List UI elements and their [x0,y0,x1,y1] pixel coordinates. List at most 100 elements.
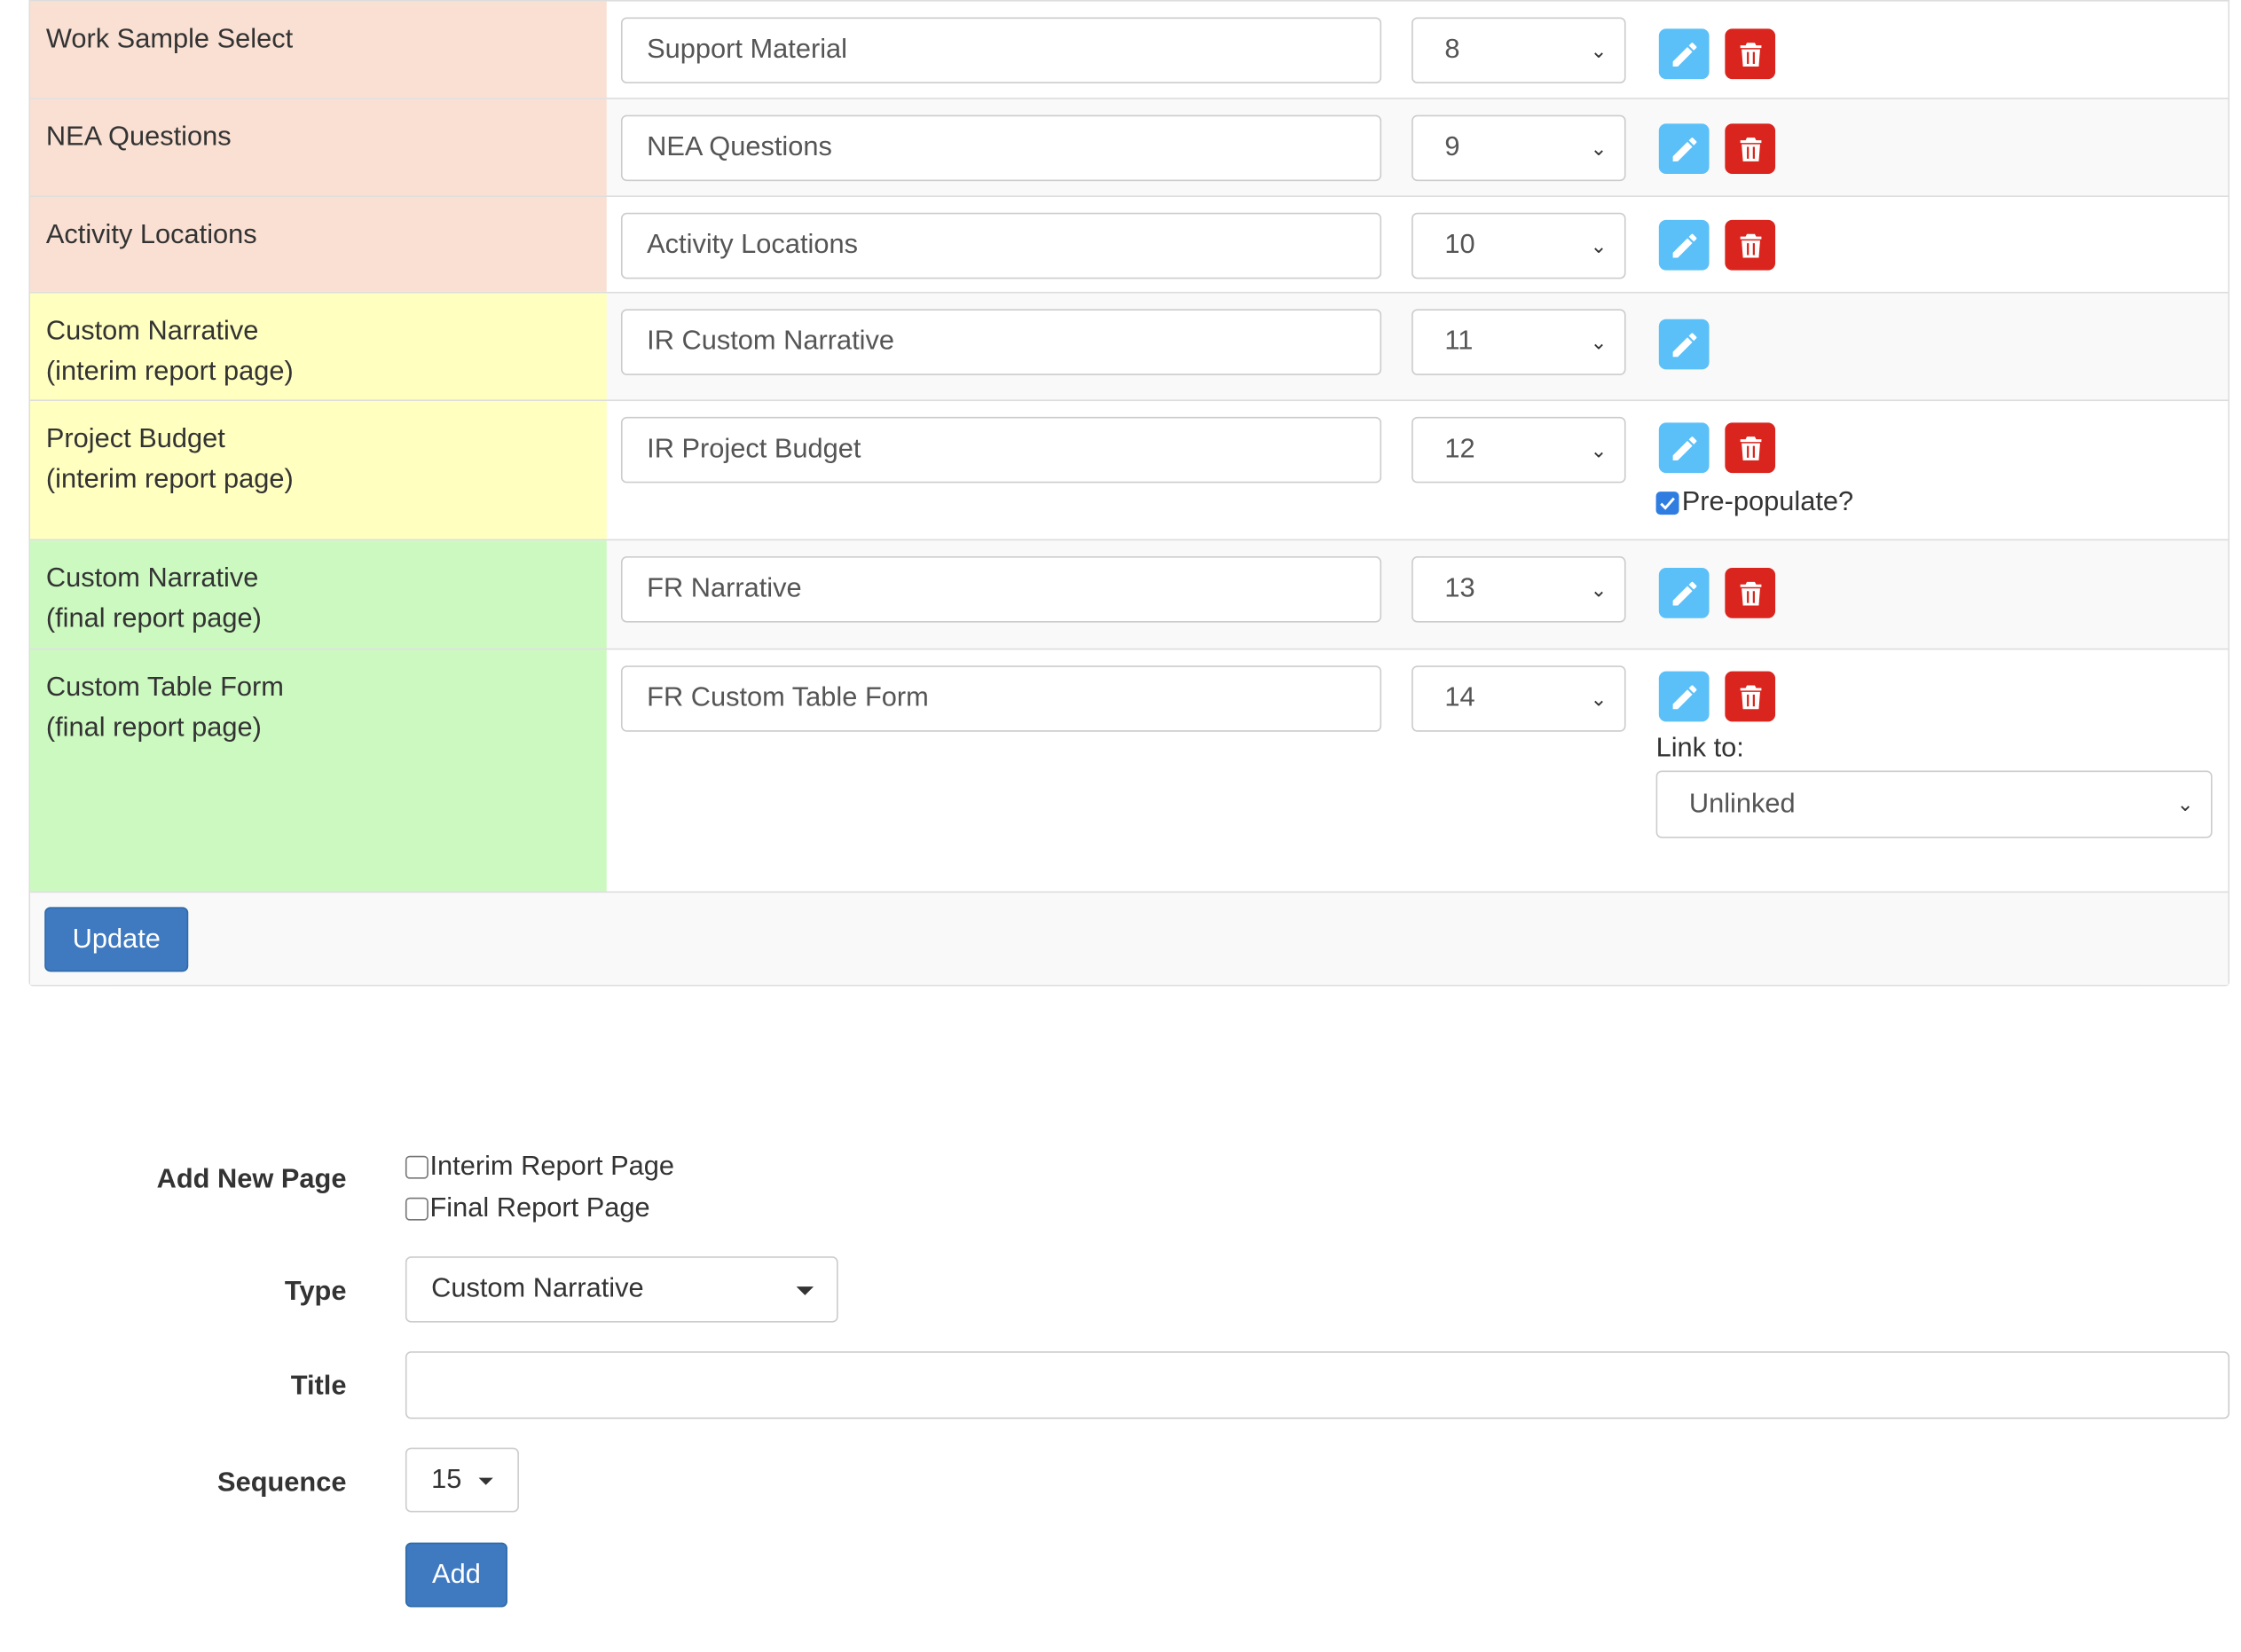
trash-icon [1739,436,1761,460]
page-title-input[interactable]: Activity Locations [620,212,1382,279]
page-type-sublabel: (interim report page) [45,464,294,495]
page-type-cell: Custom Narrative (interim report page) [30,293,607,400]
chevron-down-icon: ⌄ [1590,438,1608,462]
page-title-input[interactable]: NEA Questions [620,114,1382,182]
pencil-icon [1671,684,1696,709]
title-label: Title [290,1371,347,1402]
page-type-label: Work Sample Select [45,24,294,55]
link-to-select[interactable]: Unlinked ⌄ [1655,770,2213,838]
prepopulate-checkbox[interactable]: Pre-populate? [1655,487,1853,519]
page-title-input[interactable]: FR Custom Table Form [620,665,1382,732]
page-type-cell: Work Sample Select [30,1,607,98]
checkbox-icon [405,1155,429,1179]
interim-report-page-checkbox[interactable]: Interim Report Page [405,1152,674,1184]
table-row: Custom Narrative (final report page) FR … [30,539,2229,649]
sequence-select[interactable]: 8 ⌄ [1411,17,1626,83]
delete-button[interactable] [1725,28,1776,80]
pencil-icon [1671,332,1696,357]
table-row: Custom Table Form (final report page) FR… [30,648,2229,892]
pencil-icon [1671,581,1696,605]
final-report-page-label: Final Report Page [429,1192,650,1223]
delete-button[interactable] [1725,568,1776,618]
chevron-down-icon: ⌄ [1590,38,1608,62]
page-title-input[interactable]: IR Project Budget [620,416,1382,484]
pages-table: Work Sample Select Support Material 8 ⌄ N… [28,0,2230,987]
trash-icon [1739,42,1761,67]
sequence-select[interactable]: 14 ⌄ [1411,665,1626,732]
sequence-value: 8 [1444,34,1460,65]
final-report-page-checkbox[interactable]: Final Report Page [405,1193,650,1225]
delete-button[interactable] [1725,422,1776,474]
interim-report-page-label: Interim Report Page [429,1151,674,1182]
edit-button[interactable] [1658,28,1710,80]
page-type-cell: Custom Narrative (final report page) [30,540,607,649]
page-type-cell: Activity Locations [30,196,607,292]
edit-button[interactable] [1658,219,1710,271]
page-type-label: Activity Locations [45,219,257,250]
trash-icon [1739,581,1761,605]
sequence-select[interactable]: 12 ⌄ [1411,416,1626,484]
page-type-sublabel: (final report page) [45,603,262,634]
sequence-value: 12 [1444,434,1475,465]
table-footer: Update [30,891,2229,985]
title-input[interactable] [405,1351,2230,1420]
chevron-down-icon: ⌄ [2176,791,2194,815]
trash-icon [1739,232,1761,257]
chevron-down-icon: ⌄ [1590,330,1608,354]
type-label: Type [284,1276,347,1307]
page-type-sublabel: (interim report page) [45,356,294,387]
sequence-select[interactable]: 9 ⌄ [1411,114,1626,182]
link-to-label: Link to: [1655,733,1744,764]
delete-button[interactable] [1725,123,1776,175]
checkbox-icon [405,1197,429,1221]
sequence-select[interactable]: 15 [405,1447,519,1513]
delete-button[interactable] [1725,671,1776,722]
page-type-label: Custom Narrative [45,563,259,594]
chevron-down-icon: ⌄ [1590,578,1608,602]
edit-button[interactable] [1658,671,1710,722]
type-value: Custom Narrative [431,1273,644,1304]
trash-icon [1739,137,1761,161]
table-row: Activity Locations Activity Locations 10… [30,195,2229,292]
page-type-cell: Custom Table Form (final report page) [30,649,607,892]
edit-button[interactable] [1658,123,1710,175]
page-type-label: Custom Table Form [45,673,284,704]
sequence-select[interactable]: 13 ⌄ [1411,556,1626,623]
add-button[interactable]: Add [405,1542,507,1608]
sequence-value: 9 [1444,132,1460,163]
page-type-label: Custom Narrative [45,316,259,347]
pencil-icon [1671,42,1696,67]
sequence-value: 15 [431,1465,462,1496]
pencil-icon [1671,137,1696,161]
edit-button[interactable] [1658,319,1710,370]
type-select[interactable]: Custom Narrative [405,1256,838,1323]
add-new-page-label: Add New Page [156,1164,347,1195]
sequence-label: Sequence [217,1467,347,1499]
sequence-select[interactable]: 10 ⌄ [1411,212,1626,279]
chevron-down-icon: ⌄ [1590,234,1608,258]
edit-button[interactable] [1658,568,1710,618]
sequence-value: 14 [1444,682,1475,713]
table-row: Custom Narrative (interim report page) I… [30,291,2229,400]
table-row: Project Budget (interim report page) IR … [30,399,2229,539]
page-title-input[interactable]: IR Custom Narrative [620,309,1382,375]
link-to-value: Unlinked [1688,789,1796,820]
page-type-sublabel: (final report page) [45,712,262,743]
update-button[interactable]: Update [44,907,189,972]
delete-button[interactable] [1725,219,1776,271]
sequence-select[interactable]: 11 ⌄ [1411,309,1626,375]
caret-down-icon [478,1477,493,1485]
pencil-icon [1671,232,1696,257]
caret-down-icon [796,1286,814,1295]
trash-icon [1739,684,1761,709]
edit-button[interactable] [1658,422,1710,474]
page-type-label: Project Budget [45,423,225,455]
pencil-icon [1671,436,1696,460]
chevron-down-icon: ⌄ [1590,687,1608,711]
table-row: Work Sample Select Support Material 8 ⌄ [30,0,2229,98]
page-type-cell: Project Budget (interim report page) [30,401,607,539]
chevron-down-icon: ⌄ [1590,136,1608,160]
page-title-input[interactable]: FR Narrative [620,556,1382,623]
sequence-value: 11 [1444,326,1474,357]
page-title-input[interactable]: Support Material [620,17,1382,83]
